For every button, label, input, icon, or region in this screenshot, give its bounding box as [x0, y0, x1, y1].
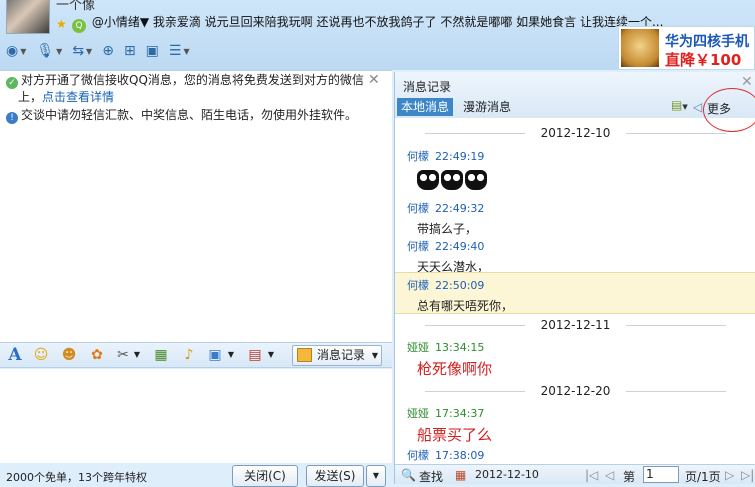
- remote-assist-icon: ⊕: [102, 43, 114, 59]
- chat-window-header: 一个像 ★ Q @小情绪▼ 我亲爱滴 说元旦回来陪我玩啊 还说再也不放我鸽子了 不…: [0, 0, 755, 70]
- advertisement[interactable]: 华为四核手机 直降￥100: [618, 26, 755, 70]
- chat-message-area[interactable]: ✓ 对方开通了微信接收QQ消息，您的消息将免费发送到对方的微信 上，点击查看详情 …: [0, 70, 392, 342]
- history-message-list[interactable]: 2012-12-10 何檬 22:49:19 何檬 22:49:32 带搞么子， 何…: [395, 122, 755, 462]
- close-icon[interactable]: ✕: [741, 74, 753, 90]
- wechat-notice-text2: 上，: [18, 90, 43, 104]
- first-page-icon[interactable]: |◁: [585, 468, 598, 482]
- message-header: 何檬 22:49:40: [407, 240, 485, 253]
- page-suffix: 页/1页: [685, 470, 721, 484]
- date-separator: 2012-12-11: [395, 318, 755, 332]
- remote-assist-button[interactable]: ⊕: [100, 40, 116, 62]
- message-header: 何檬 22:50:09: [407, 279, 485, 292]
- check-icon: ✓: [6, 77, 18, 89]
- message-header: 娅娅 17:34:37: [407, 407, 485, 420]
- next-page-icon[interactable]: ▷: [725, 468, 734, 482]
- magic-face-icon[interactable]: ☻: [60, 346, 78, 364]
- promo-status-text[interactable]: 2000个免单，13个跨年特权: [6, 469, 147, 485]
- emoji-icon[interactable]: ☺: [32, 346, 50, 364]
- security-notice: ! 交谈中请勿轻信汇款、中奖信息、陌生电话，勿使用外挂软件。: [6, 107, 357, 124]
- tab-local-messages[interactable]: 本地消息: [397, 98, 454, 116]
- microphone-icon: 🎙: [36, 43, 55, 59]
- view-details-link[interactable]: 点击查看详情: [42, 90, 114, 104]
- page-prefix: 第: [623, 470, 636, 484]
- chevron-down-icon: ▼: [20, 46, 27, 56]
- ad-image: [621, 29, 659, 67]
- message-input[interactable]: [0, 369, 392, 463]
- chevron-down-icon[interactable]: ▼: [222, 346, 240, 364]
- share-screen-button[interactable]: ▣: [144, 40, 161, 62]
- owl-icon: [441, 170, 463, 190]
- prev-page-icon[interactable]: ◁: [605, 468, 614, 482]
- history-header: 消息记录 ✕ 本地消息 漫游消息 ▤▼ ◁ 更多: [395, 72, 755, 132]
- contact-name[interactable]: 一个像: [56, 0, 95, 13]
- shake-icon[interactable]: ✿: [88, 346, 106, 364]
- chevron-down-icon[interactable]: ▼: [262, 346, 280, 364]
- file-transfer-icon: ⇆: [72, 43, 85, 59]
- owl-icon: [465, 170, 487, 190]
- message-text: 枪死像啊你: [417, 360, 493, 378]
- add-contact-icon: ⊞: [123, 43, 136, 59]
- input-toolbar: A ☺ ☻ ✿ ✂ ▼ ▦ ♪ ▣ ▼ ▤ ▼ 消息记录 ▼: [0, 342, 392, 368]
- message-text: 带搞么子，: [417, 222, 478, 236]
- message-text: 总有哪天唔死你，: [417, 299, 514, 313]
- owl-emoticons: [417, 170, 487, 190]
- font-icon[interactable]: A: [6, 346, 24, 364]
- chevron-down-icon: ▼: [86, 46, 93, 56]
- message-header: 娅娅 13:34:15: [407, 341, 485, 354]
- ad-line2: 直降￥100: [665, 51, 742, 69]
- owl-icon: [417, 170, 439, 190]
- app-menu-button[interactable]: ☰ ▼: [167, 40, 192, 62]
- search-button[interactable]: 查找: [419, 468, 443, 485]
- monitor-icon: ▣: [145, 43, 159, 59]
- chevron-down-icon: ▼: [56, 46, 63, 56]
- message-header: 何檬 22:49:32: [407, 202, 485, 215]
- last-page-icon[interactable]: ▷|: [741, 468, 754, 482]
- history-title: 消息记录: [403, 80, 452, 94]
- close-notice-icon[interactable]: ✕: [368, 72, 380, 88]
- file-transfer-button[interactable]: ⇆ ▼: [70, 40, 94, 62]
- date-separator: 2012-12-20: [395, 384, 755, 398]
- wechat-notice: ✓ 对方开通了微信接收QQ消息，您的消息将免费发送到对方的微信 上，点击查看详情: [6, 72, 376, 105]
- chat-toolbar: ◉ ▼ 🎙 ▼ ⇆ ▼ ⊕ ⊞ ▣ ☰ ▼: [4, 40, 192, 62]
- calendar-icon[interactable]: ▦: [455, 468, 466, 482]
- wechat-notice-text: 对方开通了微信接收QQ消息，您的消息将免费发送到对方的微信: [21, 73, 364, 87]
- avatar[interactable]: [6, 0, 50, 34]
- history-icon: [297, 348, 312, 362]
- tab-roaming-messages[interactable]: 漫游消息: [459, 98, 515, 116]
- message-history-panel: 消息记录 ✕ 本地消息 漫游消息 ▤▼ ◁ 更多 2012-12-10 何檬 22…: [394, 72, 755, 484]
- voice-call-button[interactable]: 🎙 ▼: [34, 40, 64, 62]
- add-contact-button[interactable]: ⊞: [122, 40, 138, 62]
- date-separator: 2012-12-10: [395, 126, 755, 140]
- shield-icon: !: [6, 112, 18, 124]
- date-value[interactable]: 2012-12-10: [475, 468, 539, 481]
- chat-footer: 2000个免单，13个跨年特权 关闭(C) 发送(S) ▼: [0, 463, 392, 487]
- qzone-icon[interactable]: Q: [72, 19, 86, 33]
- search-icon[interactable]: 🔍: [401, 468, 416, 482]
- export-icon[interactable]: ▤▼: [671, 98, 691, 116]
- video-call-button[interactable]: ◉ ▼: [4, 40, 28, 62]
- security-notice-text: 交谈中请勿轻信汇款、中奖信息、陌生电话，勿使用外挂软件。: [21, 108, 358, 122]
- message-header: 何檬 22:49:19: [407, 150, 485, 163]
- music-icon[interactable]: ♪: [180, 346, 198, 364]
- message-header: 何檬 17:38:09: [407, 449, 485, 462]
- contact-signature: @小情绪▼ 我亲爱滴 说元旦回来陪我玩啊 还说再也不放我鸽子了 不然就是嘟嘟 如…: [91, 15, 664, 29]
- camera-icon: ◉: [6, 43, 19, 59]
- chevron-down-icon: ▼: [183, 46, 190, 56]
- star-icon: ★: [56, 17, 67, 31]
- chevron-down-icon[interactable]: ▼: [128, 346, 146, 364]
- list-icon: ☰: [168, 43, 182, 59]
- history-bottom-bar: 🔍 查找 ▦ 2012-12-10 |◁ ◁ 第 1 页/1页 ▷ ▷|: [395, 464, 755, 484]
- image-icon[interactable]: ▦: [152, 346, 170, 364]
- message-history-button[interactable]: 消息记录 ▼: [292, 345, 382, 366]
- ad-line1: 华为四核手机: [665, 34, 749, 50]
- message-history-label: 消息记录: [317, 348, 366, 362]
- chevron-down-icon: ▼: [371, 351, 378, 360]
- signature-line: ★ Q @小情绪▼ 我亲爱滴 说元旦回来陪我玩啊 还说再也不放我鸽子了 不然就是嘟…: [56, 13, 663, 33]
- message-text: 船票买了么: [417, 426, 493, 444]
- page-number-input[interactable]: 1: [643, 466, 679, 483]
